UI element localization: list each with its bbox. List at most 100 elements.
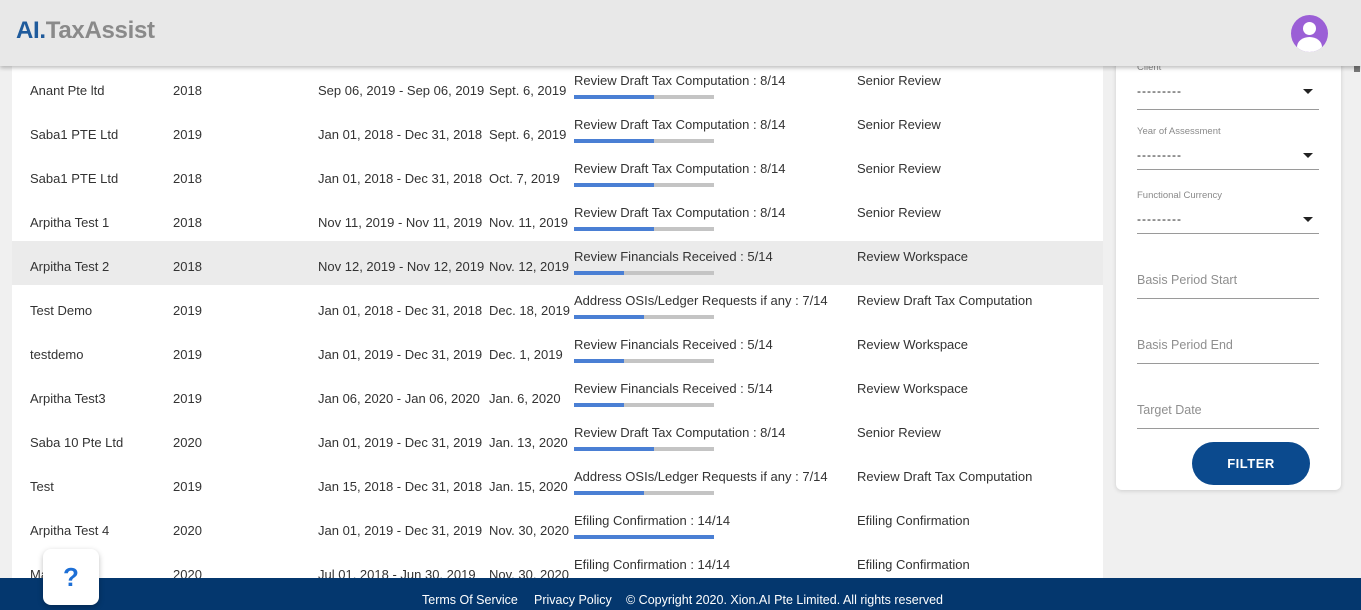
filter-panel: Client --------- Year of Assessment ----… xyxy=(1116,56,1341,490)
client-select[interactable]: Client --------- xyxy=(1137,60,1319,110)
progress-bar xyxy=(574,359,714,363)
table-row[interactable]: testdemo 2019 Jan 01, 2019 - Dec 31, 2019 D… xyxy=(12,329,1103,373)
status-cell: Review Draft Tax Computation xyxy=(857,293,1033,308)
terms-of-service-link[interactable]: Terms Of Service xyxy=(422,593,518,607)
client-name-cell: Saba 10 Pte Ltd xyxy=(30,435,124,450)
year-cell: 2019 xyxy=(173,391,202,406)
scrollbar-arrow[interactable] xyxy=(1354,66,1360,72)
client-name-cell: Arpitha Test 1 xyxy=(30,215,110,230)
workflow-stage-cell: Review Draft Tax Computation : 8/14 xyxy=(574,117,786,132)
basis-period-end-underline xyxy=(1137,363,1319,364)
app-logo[interactable]: AI.TaxAssist xyxy=(16,17,155,45)
progress-bar xyxy=(574,491,714,495)
functional-currency-label: Functional Currency xyxy=(1137,190,1223,201)
table-row[interactable]: Saba1 PTE Ltd 2019 Jan 01, 2018 - Dec 31, … xyxy=(12,109,1103,153)
workflow-stage-cell: Review Financials Received : 5/14 xyxy=(574,381,773,396)
filter-button[interactable]: FILTER xyxy=(1192,442,1310,485)
table-row[interactable]: Arpitha Test3 2019 Jan 06, 2020 - Jan 06, … xyxy=(12,373,1103,417)
basis-period-cell: Nov 11, 2019 - Nov 11, 2019 xyxy=(318,215,483,230)
year-cell: 2019 xyxy=(173,127,202,142)
client-name-cell: Test Demo xyxy=(30,303,93,318)
target-date-cell: Jan. 13, 2020 xyxy=(489,435,568,450)
workflow-stage-cell: Efiling Confirmation : 14/14 xyxy=(574,557,731,572)
progress-bar-fill xyxy=(574,95,654,99)
table-row[interactable]: Arpitha Test 1 2018 Nov 11, 2019 - Nov 11,… xyxy=(12,197,1103,241)
year-of-assessment-underline xyxy=(1137,169,1319,170)
basis-period-cell: Jan 01, 2019 - Dec 31, 2019 xyxy=(318,523,483,538)
progress-bar-fill xyxy=(574,271,624,275)
user-avatar-icon[interactable] xyxy=(1291,15,1328,52)
functional-currency-select[interactable]: Functional Currency --------- xyxy=(1137,188,1319,234)
workflow-stage-cell: Review Draft Tax Computation : 8/14 xyxy=(574,205,786,220)
progress-bar xyxy=(574,227,714,231)
status-cell: Review Workspace xyxy=(857,381,969,396)
client-value: --------- xyxy=(1137,84,1182,98)
avatar-head xyxy=(1303,22,1316,35)
year-cell: 2020 xyxy=(173,435,202,450)
basis-period-start-underline xyxy=(1137,298,1319,299)
year-cell: 2018 xyxy=(173,259,202,274)
client-name-cell: Test xyxy=(30,479,54,494)
basis-period-cell: Jan 01, 2018 - Dec 31, 2018 xyxy=(318,127,483,142)
year-of-assessment-value: --------- xyxy=(1137,148,1182,162)
year-cell: 2018 xyxy=(173,171,202,186)
progress-bar xyxy=(574,183,714,187)
status-cell: Senior Review xyxy=(857,425,941,440)
target-date-cell: Nov. 12, 2019 xyxy=(489,259,569,274)
year-of-assessment-label: Year of Assessment xyxy=(1137,126,1221,137)
table-row[interactable]: Saba 10 Pte Ltd 2020 Jan 01, 2019 - Dec 31… xyxy=(12,417,1103,461)
status-cell: Senior Review xyxy=(857,161,941,176)
functional-currency-value: --------- xyxy=(1137,212,1182,226)
progress-bar xyxy=(574,139,714,143)
progress-bar xyxy=(574,447,714,451)
basis-period-start-input[interactable]: Basis Period Start xyxy=(1137,272,1319,300)
progress-bar-fill xyxy=(574,447,654,451)
basis-period-cell: Jan 01, 2019 - Dec 31, 2019 xyxy=(318,435,483,450)
client-name-cell: Anant Pte ltd xyxy=(30,83,105,98)
table-row[interactable]: Test 2019 Jan 15, 2018 - Dec 31, 2018 Jan. … xyxy=(12,461,1103,505)
client-name-cell: testdemo xyxy=(30,347,84,362)
workflow-stage-cell: Review Financials Received : 5/14 xyxy=(574,337,773,352)
progress-bar-fill xyxy=(574,227,654,231)
workflow-stage-cell: Address OSIs/Ledger Requests if any : 7/… xyxy=(574,469,828,484)
target-date-cell: Nov. 30, 2020 xyxy=(489,567,569,578)
help-button[interactable]: ? xyxy=(43,549,99,605)
year-cell: 2019 xyxy=(173,303,202,318)
question-mark-icon: ? xyxy=(63,562,79,592)
privacy-policy-link[interactable]: Privacy Policy xyxy=(534,593,612,607)
table-row[interactable]: Ma...est2020Jul 01, 2018 - Jun 30, 2019N… xyxy=(12,549,1103,578)
status-cell: Senior Review xyxy=(857,73,941,88)
target-date-cell: Nov. 30, 2020 xyxy=(489,523,569,538)
year-cell: 2020 xyxy=(173,567,202,578)
basis-period-end-placeholder: Basis Period End xyxy=(1137,338,1233,352)
basis-period-cell: Jan 01, 2018 - Dec 31, 2018 xyxy=(318,303,483,318)
client-name-cell: Saba1 PTE Ltd xyxy=(30,171,119,186)
table-row[interactable]: Arpitha Test 2 2018 Nov 12, 2019 - Nov 12,… xyxy=(12,241,1103,285)
progress-bar-fill xyxy=(574,183,654,187)
client-name-cell: Arpitha Test 4 xyxy=(30,523,110,538)
chevron-down-icon xyxy=(1303,217,1313,222)
workflow-stage-cell: Review Financials Received : 5/14 xyxy=(574,249,773,264)
client-name-cell: Arpitha Test 2 xyxy=(30,259,110,274)
basis-period-cell: Jan 15, 2018 - Dec 31, 2018 xyxy=(318,479,483,494)
client-name-cell: Saba1 PTE Ltd xyxy=(30,127,119,142)
basis-period-cell: Jan 06, 2020 - Jan 06, 2020 xyxy=(318,391,480,406)
target-date-cell: Jan. 15, 2020 xyxy=(489,479,568,494)
year-cell: 2019 xyxy=(173,479,202,494)
copyright-text: © Copyright 2020. Xion.AI Pte Limited. A… xyxy=(626,593,944,607)
year-of-assessment-select[interactable]: Year of Assessment --------- xyxy=(1137,124,1319,170)
progress-bar xyxy=(574,95,714,99)
progress-bar-fill xyxy=(574,359,624,363)
table-row[interactable]: Saba1 PTE Ltd 2018 Jan 01, 2018 - Dec 31, … xyxy=(12,153,1103,197)
table-row[interactable]: Test Demo 2019 Jan 01, 2018 - Dec 31, 2018… xyxy=(12,285,1103,329)
table-row[interactable]: Arpitha Test 4 2020 Jan 01, 2019 - Dec 31,… xyxy=(12,505,1103,549)
chevron-down-icon xyxy=(1303,153,1313,158)
basis-period-end-input[interactable]: Basis Period End xyxy=(1137,337,1319,365)
workflow-stage-cell: Review Draft Tax Computation : 8/14 xyxy=(574,425,786,440)
chevron-down-icon xyxy=(1303,89,1313,94)
logo-part-ai: AI. xyxy=(16,17,46,44)
target-date-input[interactable]: Target Date xyxy=(1137,402,1319,430)
progress-bar xyxy=(574,403,714,407)
table-row[interactable]: Anant Pte ltd 2018 Sep 06, 2019 - Sep 06, … xyxy=(12,66,1103,109)
basis-period-cell: Jan 01, 2019 - Dec 31, 2019 xyxy=(318,347,483,362)
